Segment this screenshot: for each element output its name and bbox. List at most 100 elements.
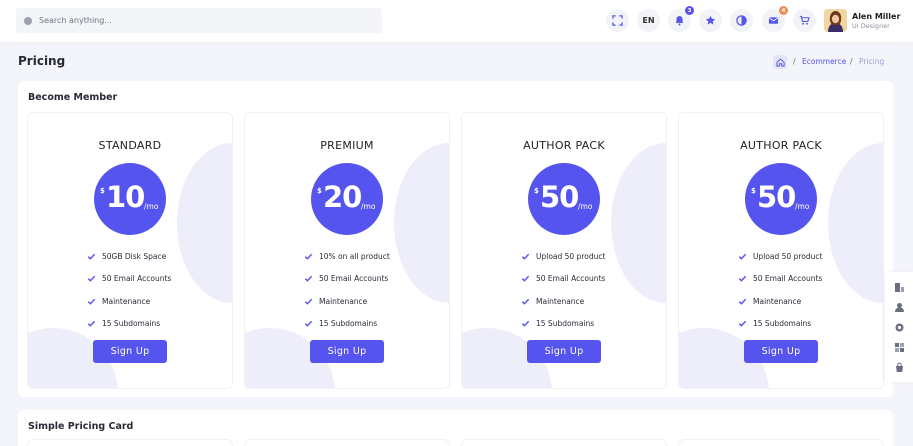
sign-up-button[interactable]: Sign Up [93,340,167,363]
price-period: /mo [144,202,159,211]
starred-button[interactable] [699,9,722,32]
feature-item: Maintenance [521,290,605,313]
feature-list: Upload 50 product 50 Email Accounts Mainte… [521,245,605,335]
check-icon [738,321,747,328]
breadcrumb-separator: / [793,57,796,66]
section-title: Become Member [28,92,118,103]
price-currency: $ [100,187,105,195]
user-icon[interactable] [894,302,905,313]
decorative-circle [611,143,666,303]
theme-toggle-button[interactable] [730,9,753,32]
bag-icon[interactable] [894,362,905,373]
price-circle: $50/mo [528,163,600,235]
user-role: UI Designer [852,22,890,30]
check-icon [304,298,313,305]
price-period: /mo [578,202,593,211]
feature-label: 50 Email Accounts [319,274,389,284]
feature-label: 15 Subdomains [536,319,595,329]
become-member-card: Become Member STANDARD $10/mo 50GB Disk Sp… [18,81,893,397]
feature-label: Maintenance [753,296,802,306]
settings-icon[interactable] [894,322,905,333]
cart-button[interactable] [793,9,816,32]
price-currency: $ [751,187,756,195]
feature-item: Upload 50 product [521,245,605,268]
pricing-plan-card: STANDARD $10/mo 50GB Disk Space 50 Email Ac… [28,113,232,388]
decorative-circle [394,143,449,303]
feature-label: Maintenance [319,296,368,306]
cart-icon [799,15,810,25]
breadcrumb-home[interactable] [773,55,787,69]
price-circle: $10/mo [94,163,166,235]
plan-name: PREMIUM [320,139,374,152]
feature-label: 50GB Disk Space [102,251,167,261]
search-input[interactable] [39,16,359,25]
feature-item: 50 Email Accounts [87,268,171,291]
user-name[interactable]: Alen Miller [852,12,900,21]
pricing-card-stub [679,440,883,446]
section-title: Simple Pricing Card [28,421,134,432]
feature-label: Maintenance [536,296,585,306]
pricing-card-stub [28,440,232,446]
breadcrumb-ecommerce[interactable]: Ecommerce [802,57,846,66]
pricing-card-stub [245,440,449,446]
feature-item: 50GB Disk Space [87,245,171,268]
decorative-circle [828,143,883,303]
simple-pricing-card: Simple Pricing Card [18,410,893,446]
decorative-circle [177,143,232,303]
price-currency: $ [534,187,539,195]
fullscreen-button[interactable] [606,9,629,32]
feature-item: 15 Subdomains [87,313,171,336]
feature-list: 10% on all product 50 Email Accounts Maint… [304,245,390,335]
price-currency: $ [317,187,322,195]
fullscreen-icon [612,15,623,26]
pricing-card-stub [462,440,666,446]
home-icon [775,58,785,67]
notifications-button[interactable]: 3 [668,6,694,32]
feature-item: Maintenance [738,290,822,313]
feature-item: Upload 50 product [738,245,822,268]
price-amount: 50 [540,180,579,214]
price-period: /mo [795,202,810,211]
feature-label: 15 Subdomains [753,319,812,329]
feature-item: 15 Subdomains [521,313,605,336]
avatar[interactable] [824,9,847,32]
check-icon [87,276,96,283]
sign-up-button[interactable]: Sign Up [527,340,601,363]
messages-button[interactable]: 4 [762,6,788,32]
sign-up-button[interactable]: Sign Up [744,340,818,363]
check-icon [87,253,96,260]
language-button[interactable]: EN [637,9,660,32]
feature-label: 50 Email Accounts [536,274,606,284]
user-avatar-icon [824,9,847,32]
check-icon [521,298,530,305]
side-toolbar [885,272,913,382]
feature-item: 15 Subdomains [304,313,390,336]
layout-icon[interactable] [894,282,905,293]
check-icon [521,321,530,328]
feature-list: 50GB Disk Space 50 Email Accounts Maintena… [87,245,171,335]
feature-item: 50 Email Accounts [304,268,390,291]
search-box[interactable] [16,8,382,33]
feature-label: 15 Subdomains [102,319,161,329]
price-amount: 20 [323,180,362,214]
check-icon [738,253,747,260]
feature-label: 50 Email Accounts [753,274,823,284]
feature-list: Upload 50 product 50 Email Accounts Mainte… [738,245,822,335]
grid-icon[interactable] [894,342,905,353]
star-icon [705,15,716,25]
check-icon [521,253,530,260]
sign-up-button[interactable]: Sign Up [310,340,384,363]
price-amount: 50 [757,180,796,214]
plan-name: STANDARD [98,139,162,152]
bell-icon [675,16,684,26]
check-icon [521,276,530,283]
check-icon [87,298,96,305]
check-icon [738,298,747,305]
pricing-plan-card: AUTHOR PACK $50/mo Upload 50 product 50 Ema… [462,113,666,388]
search-icon [24,16,32,25]
plan-name: AUTHOR PACK [523,139,605,152]
plan-name: AUTHOR PACK [740,139,822,152]
price-circle: $50/mo [745,163,817,235]
feature-label: Upload 50 product [536,251,606,261]
check-icon [304,321,313,328]
